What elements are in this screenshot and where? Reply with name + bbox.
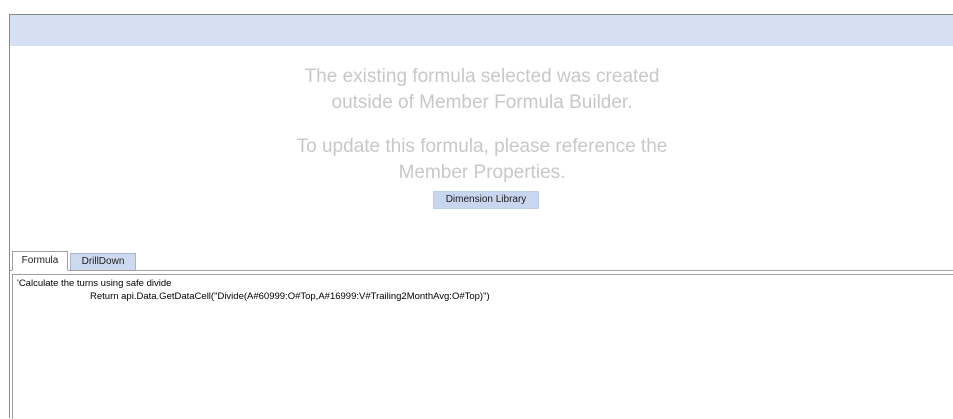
- info-message-line: The existing formula selected was create…: [304, 66, 660, 87]
- info-message-created-outside: The existing formula selected was create…: [10, 64, 953, 116]
- panel-header-bar: [10, 15, 953, 46]
- info-message-line: Member Properties.: [398, 162, 566, 183]
- formula-comment-line: 'Calculate the turns using safe divide: [17, 278, 172, 289]
- formula-return-line: Return api.Data.GetDataCell("Divide(A#60…: [90, 291, 490, 302]
- tab-formula[interactable]: Formula: [12, 251, 68, 271]
- tab-strip: Formula DrillDown: [10, 251, 953, 271]
- info-message-line: To update this formula, please reference…: [296, 136, 668, 157]
- formula-editor[interactable]: 'Calculate the turns using safe divide R…: [12, 274, 953, 419]
- tab-drilldown[interactable]: DrillDown: [70, 253, 136, 270]
- dimension-library-button[interactable]: Dimension Library: [433, 191, 539, 209]
- info-message-line: outside of Member Formula Builder.: [331, 92, 633, 113]
- info-message-update-reference: To update this formula, please reference…: [10, 134, 953, 186]
- formula-panel: The existing formula selected was create…: [9, 14, 953, 419]
